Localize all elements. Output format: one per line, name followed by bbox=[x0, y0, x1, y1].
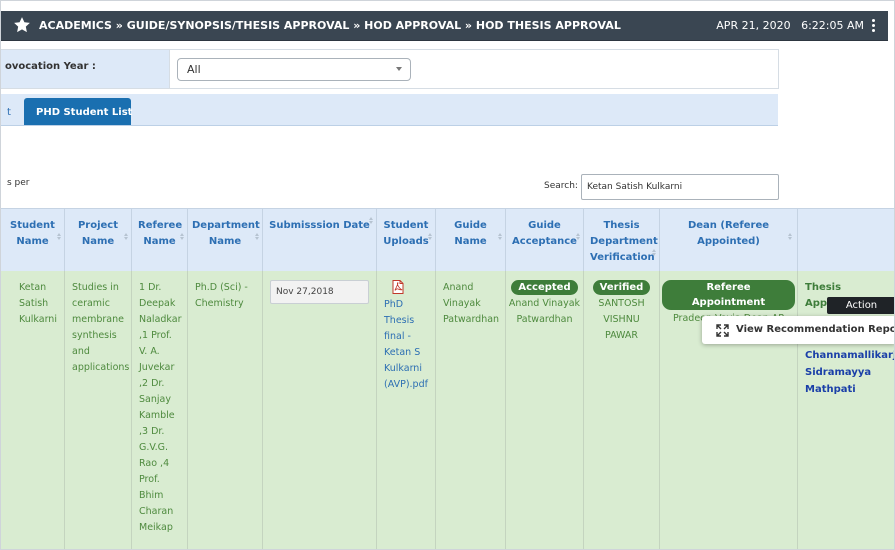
column-header-guide-acceptance[interactable]: Guide Acceptance bbox=[506, 209, 584, 271]
column-header-project-name[interactable]: Project Name bbox=[65, 209, 132, 271]
cell-project-name: Studies in ceramic membrane synthesis an… bbox=[65, 271, 132, 549]
chevron-down-icon bbox=[396, 67, 402, 71]
column-header-guide-name[interactable]: Guide Name bbox=[436, 209, 506, 271]
cell-verification: Verified SANTOSH VISHNU PAWAR bbox=[584, 271, 660, 549]
sort-icon bbox=[124, 233, 128, 240]
sort-icon bbox=[255, 233, 259, 240]
convocation-year-value: All bbox=[187, 63, 201, 76]
convocation-year-label: ovocation Year : bbox=[5, 61, 96, 72]
sort-icon bbox=[369, 217, 373, 224]
view-recommendation-report-item[interactable]: View Recommendation Report bbox=[736, 324, 894, 335]
column-header-status bbox=[798, 209, 894, 271]
cell-department-name: Ph.D (Sci) - Chemistry bbox=[188, 271, 263, 549]
convocation-year-label-cell: ovocation Year : bbox=[1, 50, 170, 88]
column-header-thesis-department-verification[interactable]: Thesis Department Verification bbox=[584, 209, 660, 271]
tab-strip: t PHD Student List bbox=[1, 94, 778, 126]
tab-previous[interactable]: t bbox=[7, 107, 11, 118]
sort-icon bbox=[428, 233, 432, 240]
sort-icon bbox=[498, 233, 502, 240]
header-datetime: APR 21, 2020 6:22:05 AM bbox=[716, 19, 864, 32]
search-input-value: Ketan Satish Kulkarni bbox=[587, 182, 683, 192]
search-input[interactable]: Ketan Satish Kulkarni bbox=[581, 174, 779, 200]
cell-dean: Referee Appointment Pradeep Vavia Dean A… bbox=[660, 271, 798, 549]
referee-appointment-badge: Referee Appointment bbox=[662, 280, 795, 310]
table-row: Ketan Satish Kulkarni Studies in ceramic… bbox=[1, 271, 894, 549]
column-header-student-name[interactable]: Student Name bbox=[1, 209, 65, 271]
column-header-dean[interactable]: Dean (Referee Appointed) bbox=[660, 209, 798, 271]
accepted-by: Anand Vinayak Patwardhan bbox=[508, 298, 581, 325]
approver-names: Channamallikarj Sidramayya Mathpati bbox=[805, 350, 895, 395]
cell-guide-acceptance: Accepted Anand Vinayak Patwardhan bbox=[506, 271, 584, 549]
cell-student-uploads: PhD Thesis final - Ketan S Kulkarni (AVP… bbox=[377, 271, 436, 549]
pdf-file-icon[interactable] bbox=[392, 280, 404, 294]
verified-by: SANTOSH VISHNU PAWAR bbox=[598, 298, 645, 341]
page-frame: ACADEMICS » GUIDE/SYNOPSIS/THESIS APPROV… bbox=[0, 0, 895, 550]
tab-phd-student-list-label: PHD Student List bbox=[36, 107, 133, 118]
star-icon[interactable] bbox=[13, 16, 31, 34]
sort-icon bbox=[576, 233, 580, 240]
sort-icon bbox=[652, 249, 656, 256]
accepted-badge: Accepted bbox=[511, 280, 578, 295]
thesis-file-link[interactable]: PhD Thesis final - Ketan S Kulkarni (AVP… bbox=[384, 299, 428, 390]
header-date: APR 21, 2020 bbox=[716, 19, 791, 32]
convocation-year-select[interactable]: All bbox=[177, 58, 411, 81]
breadcrumb-bar: ACADEMICS » GUIDE/SYNOPSIS/THESIS APPROV… bbox=[1, 11, 888, 41]
more-options-icon[interactable] bbox=[872, 19, 876, 33]
cell-student-name: Ketan Satish Kulkarni bbox=[1, 271, 65, 549]
breadcrumb: ACADEMICS » GUIDE/SYNOPSIS/THESIS APPROV… bbox=[39, 19, 621, 32]
column-header-department-name[interactable]: Department Name bbox=[188, 209, 263, 271]
phd-student-table: Student Name Project Name Referee Name D… bbox=[1, 208, 894, 549]
tab-phd-student-list[interactable]: PHD Student List bbox=[24, 98, 133, 125]
verified-badge: Verified bbox=[592, 280, 651, 295]
filter-panel: ovocation Year : All bbox=[1, 49, 779, 89]
sort-icon bbox=[180, 233, 184, 240]
entries-per-page-label: s per bbox=[7, 178, 30, 188]
header-time: 6:22:05 AM bbox=[801, 19, 864, 32]
action-button[interactable]: Action bbox=[827, 297, 894, 314]
table-header: Student Name Project Name Referee Name D… bbox=[1, 208, 894, 272]
sort-icon bbox=[57, 233, 61, 240]
action-menu: View Recommendation Report bbox=[702, 316, 894, 344]
column-header-submission-date[interactable]: Submisssion Date bbox=[263, 209, 377, 271]
submission-date-field: Nov 27,2018 bbox=[270, 280, 369, 304]
search-label: Search: bbox=[544, 181, 578, 191]
column-header-student-uploads[interactable]: Student Uploads bbox=[377, 209, 436, 271]
cell-submission-date: Nov 27,2018 bbox=[263, 271, 377, 549]
column-header-referee-name[interactable]: Referee Name bbox=[132, 209, 188, 271]
cell-guide-name: Anand Vinayak Patwardhan bbox=[436, 271, 506, 549]
expand-icon bbox=[716, 324, 729, 337]
sort-icon bbox=[788, 233, 792, 240]
cell-referee-name: 1 Dr. Deepak Naladkar ,1 Prof. V. A. Juv… bbox=[132, 271, 188, 549]
